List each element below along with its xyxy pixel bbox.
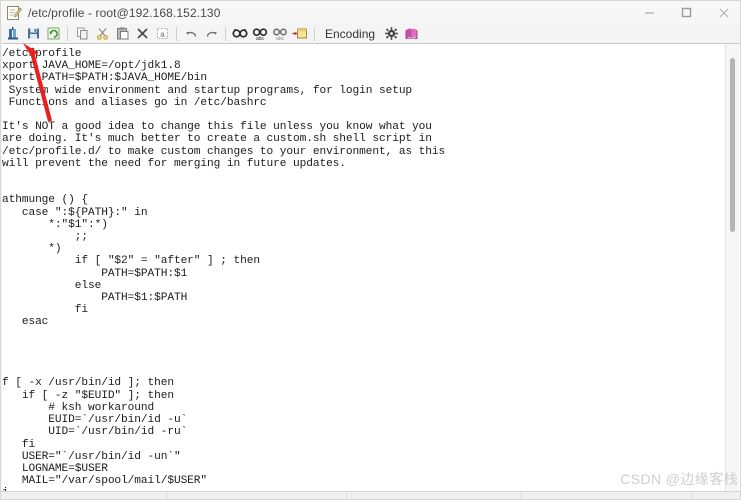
vertical-scrollbar[interactable] (725, 44, 739, 493)
svg-text:abc: abc (256, 36, 265, 41)
gear-icon[interactable] (381, 25, 401, 43)
file-content[interactable]: /etc/profile xport JAVA_HOME=/opt/jdk1.8… (2, 48, 445, 493)
undo-icon[interactable] (181, 25, 201, 43)
find-next-icon[interactable]: abc (250, 25, 270, 43)
window-title: /etc/profile - root@192.168.152.130 (28, 5, 221, 20)
title-bar: /etc/profile - root@192.168.152.130 (1, 1, 740, 24)
refresh-icon[interactable] (43, 25, 63, 43)
status-bar (1, 491, 740, 499)
minimize-button[interactable] (631, 1, 668, 24)
status-bar-divider (521, 493, 522, 499)
window-controls (631, 1, 740, 24)
open-session-icon[interactable] (3, 25, 23, 43)
notepad-window: /etc/profile - root@192.168.152.130 a ab… (0, 0, 741, 500)
encoding-menu[interactable]: Encoding (319, 27, 381, 41)
vertical-scrollbar-thumb[interactable] (730, 58, 735, 232)
csdn-watermark: CSDN @边缘客栈 (620, 471, 738, 487)
notepad-pencil-icon (6, 5, 22, 21)
toolbar-separator (225, 26, 226, 41)
svg-text:a: a (160, 30, 165, 39)
status-bar-divider (691, 493, 692, 499)
svg-text:abc: abc (276, 36, 285, 41)
select-all-icon[interactable]: a (152, 25, 172, 43)
toolbar-separator (314, 26, 315, 41)
save-icon[interactable] (23, 25, 43, 43)
find-previous-icon[interactable]: abc (270, 25, 290, 43)
find-icon[interactable] (230, 25, 250, 43)
text-editor-area[interactable]: /etc/profile xport JAVA_HOME=/opt/jdk1.8… (2, 43, 740, 493)
status-bar-divider (166, 493, 167, 499)
maximize-button[interactable] (668, 1, 705, 24)
toolbar-separator (176, 26, 177, 41)
goto-line-icon[interactable] (290, 25, 310, 43)
delete-icon[interactable] (132, 25, 152, 43)
status-bar-divider (346, 493, 347, 499)
toolbar: a abc abc Encoding (1, 24, 740, 43)
book-icon[interactable] (401, 25, 421, 43)
redo-icon[interactable] (201, 25, 221, 43)
close-button[interactable] (705, 1, 740, 24)
cut-icon[interactable] (92, 25, 112, 43)
toolbar-separator (67, 26, 68, 41)
paste-icon[interactable] (112, 25, 132, 43)
copy-icon[interactable] (72, 25, 92, 43)
